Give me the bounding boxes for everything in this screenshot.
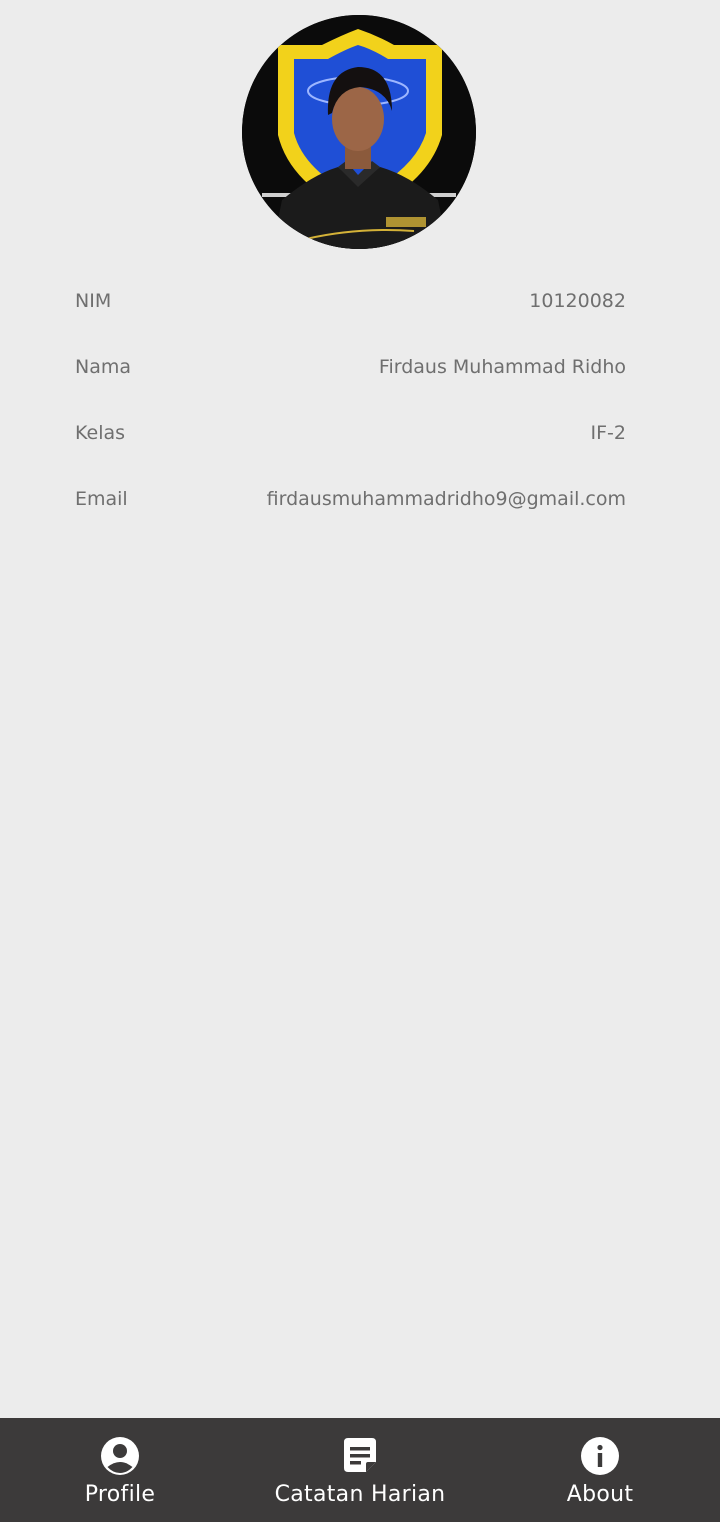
info-row-kelas: Kelas IF-2: [75, 400, 626, 466]
info-row-nim: NIM 10120082: [75, 268, 626, 334]
profile-avatar: [242, 15, 476, 249]
nim-label: NIM: [75, 290, 112, 312]
nav-label-profile: Profile: [84, 1482, 156, 1507]
nav-item-profile[interactable]: Profile: [0, 1418, 240, 1522]
info-row-nama: Nama Firdaus Muhammad Ridho: [75, 334, 626, 400]
nav-item-catatan-harian[interactable]: Catatan Harian: [240, 1418, 480, 1522]
account-circle-icon: [100, 1436, 140, 1476]
nama-value: Firdaus Muhammad Ridho: [378, 356, 626, 378]
profile-photo: [242, 15, 476, 249]
kelas-value: IF-2: [590, 422, 626, 444]
nav-item-about[interactable]: About: [480, 1418, 720, 1522]
info-row-email: Email firdausmuhammadridho9@gmail.com: [75, 466, 626, 532]
kelas-label: Kelas: [75, 422, 126, 444]
profile-info-list: NIM 10120082 Nama Firdaus Muhammad Ridho…: [75, 268, 626, 532]
email-label: Email: [75, 488, 128, 510]
info-icon: [580, 1436, 620, 1476]
nav-label-about: About: [566, 1482, 634, 1507]
bottom-navigation: Profile Catatan Harian About: [0, 1418, 720, 1522]
nav-label-catatan-harian: Catatan Harian: [274, 1482, 446, 1507]
email-value: firdausmuhammadridho9@gmail.com: [266, 488, 626, 510]
note-icon: [340, 1436, 380, 1476]
nama-label: Nama: [75, 356, 132, 378]
nim-value: 10120082: [529, 290, 626, 312]
